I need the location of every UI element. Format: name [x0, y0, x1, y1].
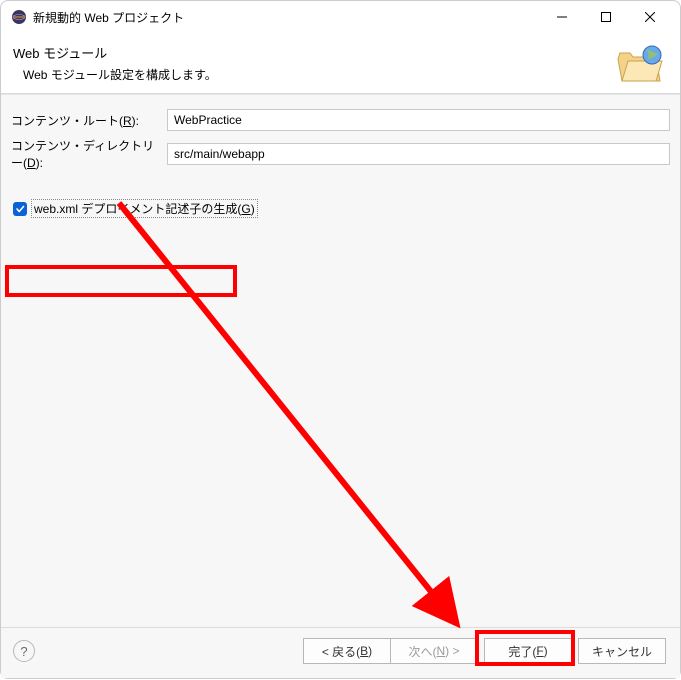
wizard-footer: ? < 戻る(B) 次へ(N) > 完了(F) キャンセル — [1, 627, 680, 678]
dialog-window: 新規動的 Web プロジェクト Web モジュール Web モジュール設定を構成… — [0, 0, 681, 679]
titlebar: 新規動的 Web プロジェクト — [1, 1, 680, 33]
wizard-title: Web モジュール — [13, 43, 616, 62]
finish-button[interactable]: 完了(F) — [484, 638, 572, 664]
next-button[interactable]: 次へ(N) > — [390, 638, 478, 664]
help-button[interactable]: ? — [13, 640, 35, 662]
content-dir-label: コンテンツ・ディレクトリー(D): — [11, 137, 161, 171]
context-root-row: コンテンツ・ルート(R): — [11, 109, 670, 131]
wizard-body: コンテンツ・ルート(R): コンテンツ・ディレクトリー(D): web.xml … — [1, 94, 680, 627]
help-icon: ? — [20, 644, 27, 659]
close-button[interactable] — [628, 2, 672, 32]
nav-button-group: < 戻る(B) 次へ(N) > — [303, 638, 478, 664]
maximize-button[interactable] — [584, 2, 628, 32]
back-button[interactable]: < 戻る(B) — [303, 638, 391, 664]
folder-globe-icon — [616, 43, 664, 83]
generate-webxml-checkbox[interactable] — [13, 202, 27, 216]
context-root-input[interactable] — [167, 109, 670, 131]
cancel-button[interactable]: キャンセル — [578, 638, 666, 664]
window-controls — [540, 2, 672, 32]
window-title: 新規動的 Web プロジェクト — [33, 9, 540, 26]
eclipse-icon — [11, 9, 27, 25]
annotation-highlight-checkbox — [5, 265, 237, 297]
generate-webxml-label: web.xml デプロイメント記述子の生成(G) — [31, 199, 258, 218]
wizard-subtitle: Web モジュール設定を構成します。 — [13, 66, 616, 83]
minimize-button[interactable] — [540, 2, 584, 32]
wizard-banner: Web モジュール Web モジュール設定を構成します。 — [1, 33, 680, 93]
content-dir-input[interactable] — [167, 143, 670, 165]
generate-webxml-row[interactable]: web.xml デプロイメント記述子の生成(G) — [11, 199, 670, 218]
content-dir-row: コンテンツ・ディレクトリー(D): — [11, 137, 670, 171]
context-root-label: コンテンツ・ルート(R): — [11, 112, 161, 129]
